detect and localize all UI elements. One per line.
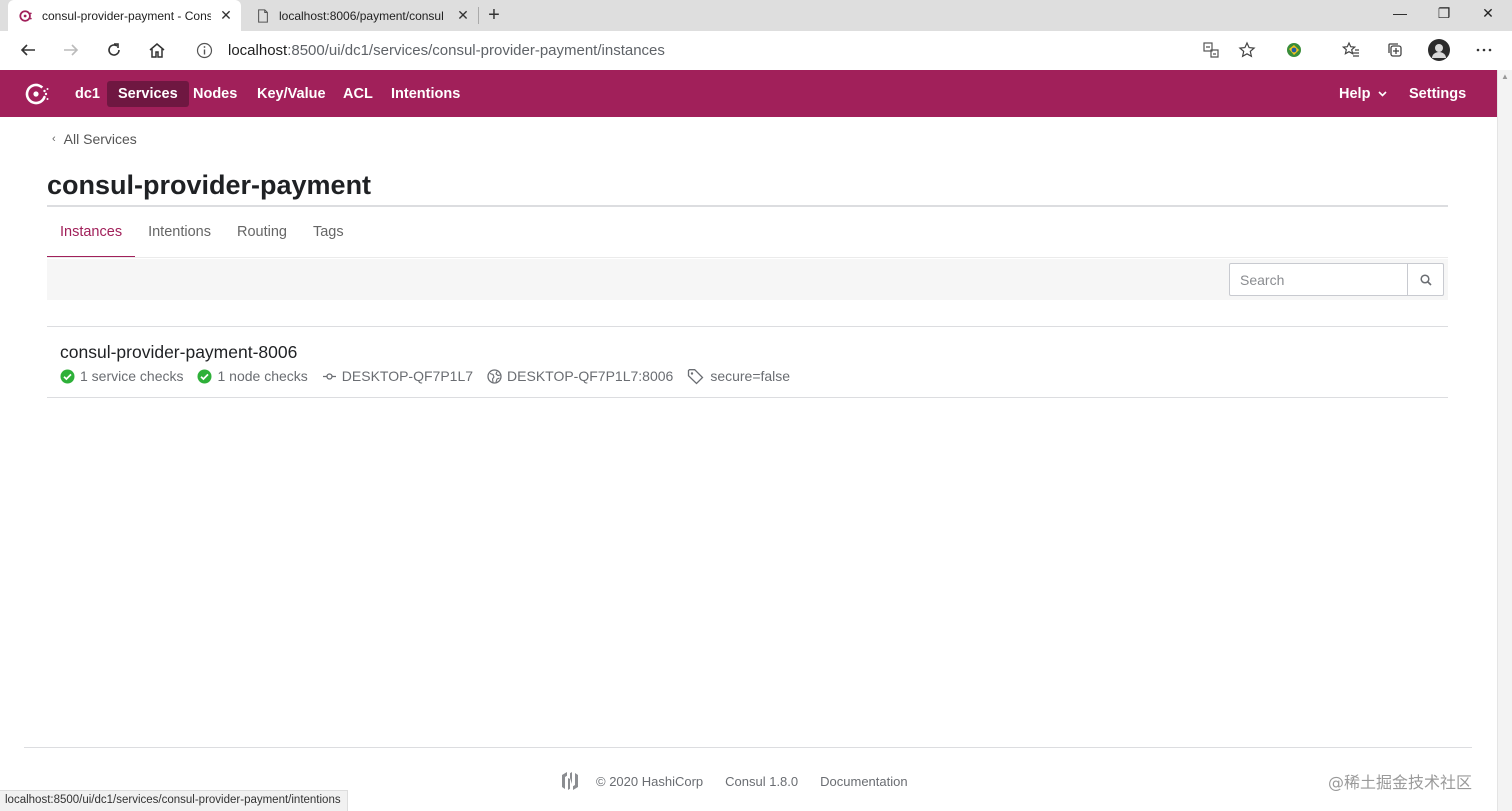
search-input[interactable] bbox=[1230, 264, 1407, 295]
instance-meta: 1 service checks 1 node checks DESKTOP-Q… bbox=[60, 367, 804, 385]
browser-tab-title: localhost:8006/payment/consul bbox=[279, 8, 444, 23]
page-scrollbar[interactable]: ▲ bbox=[1497, 70, 1512, 811]
nav-item-nodes[interactable]: Nodes bbox=[182, 81, 248, 107]
close-window-icon[interactable]: ✕ bbox=[1466, 0, 1510, 31]
reload-icon[interactable] bbox=[99, 36, 129, 64]
browser-tab-active[interactable]: consul-provider-payment - Consul ✕ bbox=[8, 0, 241, 31]
url-text[interactable]: localhost:8500/ui/dc1/services/consul-pr… bbox=[228, 42, 665, 59]
nav-item-intentions[interactable]: Intentions bbox=[380, 81, 471, 107]
tab-separator bbox=[478, 7, 479, 24]
node-name-label: DESKTOP-QF7P1L7 bbox=[341, 368, 474, 384]
check-circle-icon bbox=[60, 369, 75, 383]
nav-item-key-value[interactable]: Key/Value bbox=[246, 81, 337, 107]
consul-favicon-icon bbox=[19, 9, 32, 22]
tab-routing[interactable]: Routing bbox=[224, 218, 300, 258]
node-checks-label: 1 node checks bbox=[217, 368, 308, 384]
title-divider bbox=[47, 205, 1448, 207]
check-circle-icon bbox=[197, 369, 212, 383]
nav-item-services[interactable]: Services bbox=[107, 81, 189, 107]
node-checks-status: 1 node checks bbox=[197, 368, 308, 384]
address-label: DESKTOP-QF7P1L7:8006 bbox=[507, 368, 674, 384]
site-info-icon[interactable] bbox=[196, 42, 213, 59]
tag-icon bbox=[688, 368, 704, 384]
browser-tabstrip: consul-provider-payment - Consul ✕ local… bbox=[0, 0, 1512, 31]
search-icon bbox=[1419, 273, 1432, 286]
breadcrumb[interactable]: ‹ All Services bbox=[52, 131, 137, 147]
favorites-icon[interactable] bbox=[1336, 36, 1366, 64]
search-box bbox=[1229, 263, 1444, 296]
tabs-divider bbox=[47, 257, 1448, 258]
tab-tags[interactable]: Tags bbox=[300, 218, 357, 258]
footer-copyright: © 2020 HashiCorp bbox=[596, 773, 704, 789]
service-checks-status: 1 service checks bbox=[60, 368, 183, 384]
browser-tab-inactive[interactable]: localhost:8006/payment/consul ✕ bbox=[245, 0, 478, 31]
address-bar[interactable]: localhost:8500/ui/dc1/services/consul-pr… bbox=[186, 35, 1266, 66]
extension-icon[interactable] bbox=[1279, 36, 1309, 64]
tab-intentions[interactable]: Intentions bbox=[135, 218, 224, 258]
node-icon bbox=[322, 372, 336, 380]
footer-documentation-link[interactable]: Documentation bbox=[820, 774, 907, 789]
list-divider-bottom bbox=[47, 397, 1448, 398]
status-bar-url: localhost:8500/ui/dc1/services/consul-pr… bbox=[0, 790, 348, 811]
close-tab-icon[interactable]: ✕ bbox=[211, 7, 241, 24]
page-icon bbox=[258, 8, 268, 23]
service-checks-label: 1 service checks bbox=[80, 368, 184, 384]
more-menu-icon[interactable] bbox=[1469, 36, 1499, 64]
footer: © 2020 HashiCorp Consul 1.8.0 Documentat… bbox=[560, 770, 930, 792]
page-title: consul-provider-payment bbox=[47, 170, 372, 200]
tab-instances[interactable]: Instances bbox=[47, 218, 136, 258]
favorite-star-icon[interactable] bbox=[1232, 36, 1262, 64]
instance-address: DESKTOP-QF7P1L7:8006 bbox=[487, 368, 673, 384]
instance-tags: secure=false bbox=[687, 368, 790, 385]
footer-version[interactable]: Consul 1.8.0 bbox=[725, 774, 798, 789]
list-divider-top bbox=[47, 326, 1448, 327]
back-icon[interactable] bbox=[13, 36, 43, 64]
chevron-left-icon: ‹ bbox=[52, 133, 56, 145]
collections-icon[interactable] bbox=[1380, 36, 1410, 64]
consul-logo-icon[interactable] bbox=[24, 80, 52, 108]
browser-tab-title: consul-provider-payment - Consul bbox=[42, 8, 211, 23]
forward-icon[interactable] bbox=[56, 36, 86, 64]
close-tab-icon[interactable]: ✕ bbox=[448, 7, 478, 24]
breadcrumb-all-services[interactable]: All Services bbox=[64, 131, 137, 147]
consul-navbar: dc1 Services Nodes Key/Value ACL Intenti… bbox=[0, 70, 1497, 117]
tag-label: secure=false bbox=[710, 368, 791, 384]
minimize-icon[interactable]: — bbox=[1378, 0, 1422, 31]
instance-name[interactable]: consul-provider-payment-8006 bbox=[60, 342, 297, 363]
scroll-up-icon[interactable]: ▲ bbox=[1501, 72, 1509, 81]
hashicorp-logo-icon[interactable] bbox=[560, 771, 580, 791]
nav-help-label: Help bbox=[1339, 86, 1371, 102]
translate-icon[interactable] bbox=[1196, 36, 1226, 64]
service-tabs: Instances Intentions Routing Tags bbox=[47, 218, 357, 258]
nav-help-menu[interactable]: Help bbox=[1328, 81, 1398, 107]
new-tab-icon[interactable]: + bbox=[484, 4, 504, 26]
restore-icon[interactable]: ❐ bbox=[1422, 0, 1466, 31]
nav-datacenter[interactable]: dc1 bbox=[64, 81, 111, 107]
home-icon[interactable] bbox=[142, 36, 172, 64]
globe-icon bbox=[487, 368, 502, 384]
search-button[interactable] bbox=[1407, 264, 1443, 295]
browser-toolbar: localhost:8500/ui/dc1/services/consul-pr… bbox=[0, 31, 1512, 70]
footer-divider bbox=[24, 747, 1472, 748]
watermark: @稀土掘金技术社区 bbox=[1328, 773, 1473, 792]
nav-item-acl[interactable]: ACL bbox=[332, 81, 384, 107]
nav-settings[interactable]: Settings bbox=[1398, 81, 1477, 107]
profile-avatar-icon[interactable] bbox=[1424, 36, 1454, 64]
instance-node: DESKTOP-QF7P1L7 bbox=[322, 368, 473, 384]
chevron-down-icon bbox=[1378, 91, 1387, 97]
